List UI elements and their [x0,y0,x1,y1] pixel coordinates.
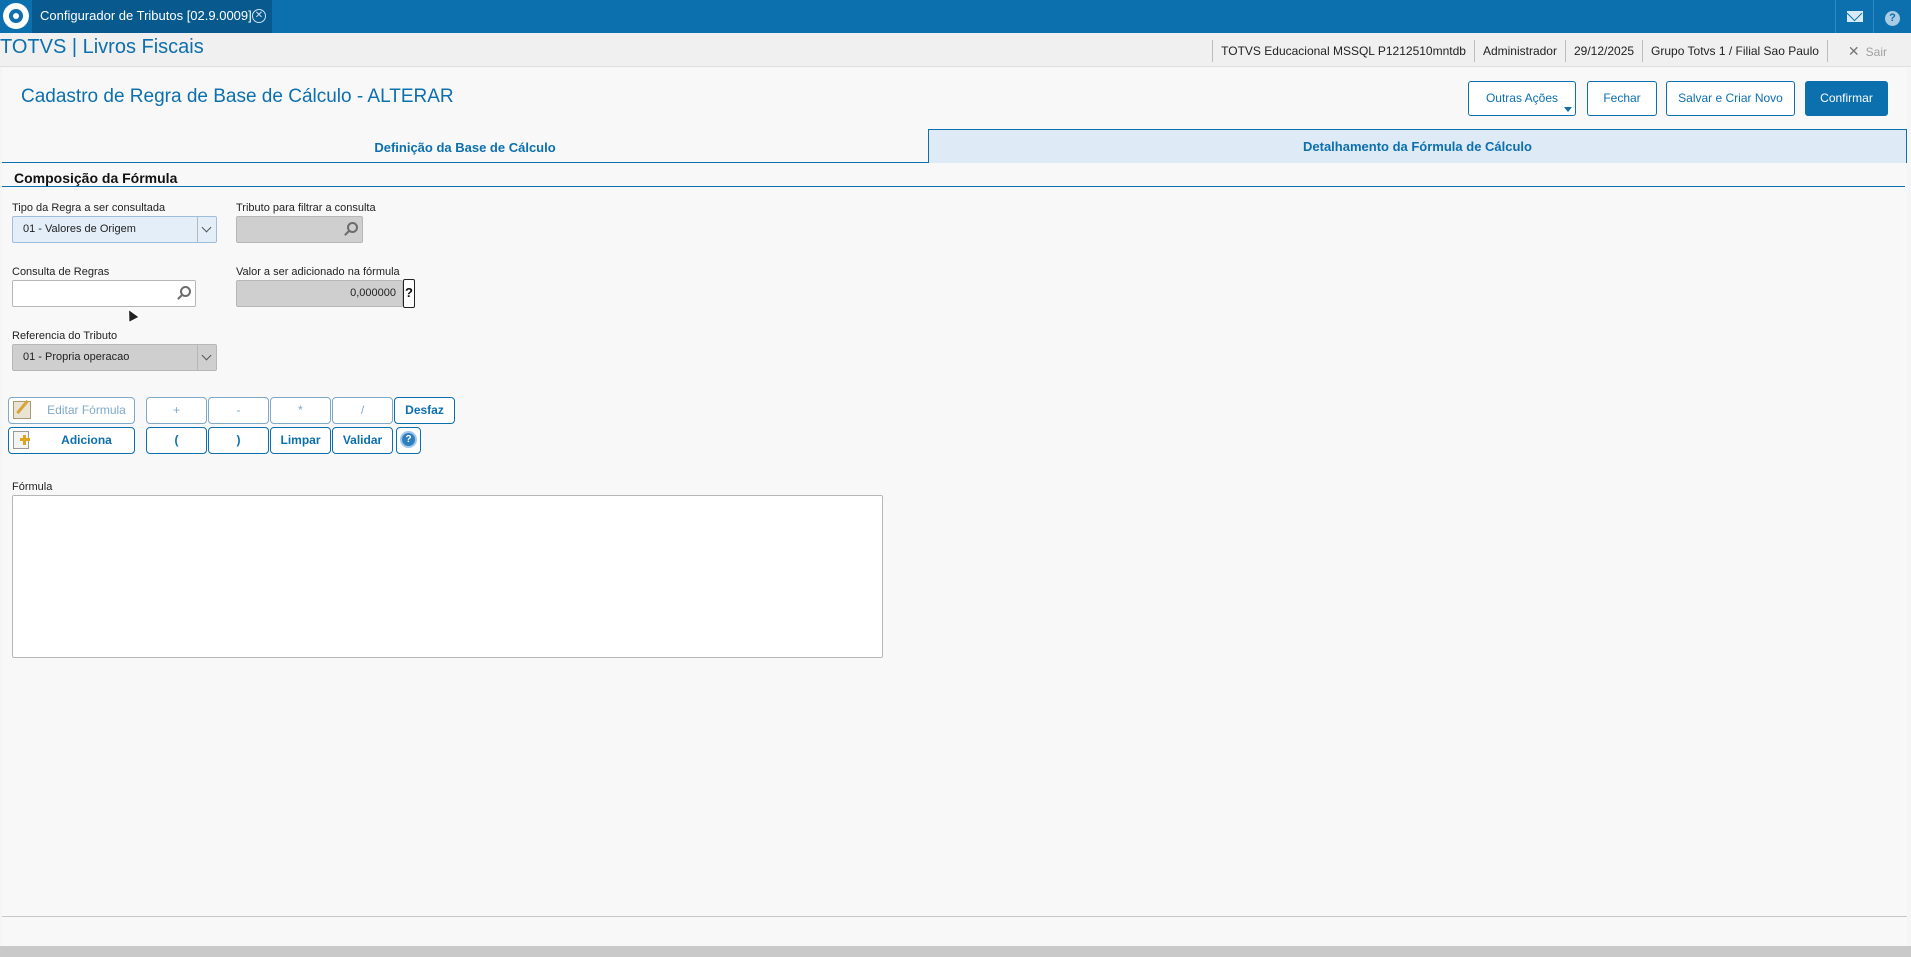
confirm-button[interactable]: Confirmar [1805,81,1888,116]
tab-base-definition[interactable]: Definição da Base de Cálculo [2,129,928,163]
totvs-logo-icon[interactable] [3,3,29,29]
window-tab-title: Configurador de Tributos [02.9.0009] [40,8,252,23]
tax-ref-label: Referencia do Tributo [12,330,118,342]
rule-type-value: 01 - Valores de Origem [23,223,136,235]
divide-button[interactable]: / [332,397,393,424]
exit-label: Sair [1865,45,1887,59]
formula-help-button[interactable]: ? [396,427,421,454]
main-panel: Cadastro de Regra de Base de Cálculo - A… [2,68,1907,946]
rule-type-label: Tipo da Regra a ser consultada [12,202,166,214]
window-tab[interactable]: Configurador de Tributos [02.9.0009] ✕ [32,0,272,33]
value-label: Valor a ser adicionado na fórmula [236,266,400,278]
multiply-button[interactable]: * [270,397,331,424]
environment-label[interactable]: TOTVS Educacional MSSQL P1212510mntdb [1212,40,1474,62]
tax-ref-select[interactable]: 01 - Propria operacao [12,344,217,371]
exit-icon: ✕ [1847,43,1860,59]
section-divider [2,186,1905,187]
mail-icon[interactable] [1835,0,1873,33]
clear-button[interactable]: Limpar [270,427,331,454]
add-button[interactable]: Adiciona [8,427,135,454]
minus-button[interactable]: - [208,397,269,424]
formula-textarea[interactable] [12,495,883,658]
value-value: 0,000000 [350,287,396,299]
rules-query-label: Consulta de Regras [12,266,110,278]
rule-type-select[interactable]: 01 - Valores de Origem [12,216,217,243]
add-icon [13,431,30,449]
app-brand: TOTVS | Livros Fiscais [0,36,204,58]
close-button[interactable]: Fechar [1587,81,1657,116]
edit-formula-label: Editar Fórmula [47,403,126,417]
other-actions-label: Outras Ações [1485,91,1559,105]
undo-button[interactable]: Desfaz [394,397,455,424]
search-icon[interactable] [180,286,191,297]
close-paren-button[interactable]: ) [208,427,269,454]
exit-button[interactable]: ✕ Sair [1826,40,1911,62]
section-title: Composição da Fórmula [14,170,178,186]
page-title: Cadastro de Regra de Base de Cálculo - A… [21,86,454,107]
plus-button[interactable]: + [146,397,207,424]
close-icon[interactable]: ✕ [252,9,266,23]
bottom-strip [0,946,1911,957]
mouse-cursor-icon [121,304,141,324]
value-field[interactable]: 0,000000 [236,280,403,307]
date-label[interactable]: 29/12/2025 [1564,40,1642,62]
tax-filter-label: Tributo para filtrar a consulta [236,202,376,214]
validate-button[interactable]: Validar [332,427,393,454]
session-info: TOTVS Educacional MSSQL P1212510mntdb Ad… [1212,40,1911,62]
open-paren-button[interactable]: ( [146,427,207,454]
window-tab-bar: Configurador de Tributos [02.9.0009] ✕ ? [0,0,1911,33]
search-icon[interactable] [347,222,358,233]
add-label: Adiciona [61,433,112,447]
chevron-down-icon[interactable] [197,217,216,242]
tax-ref-value: 01 - Propria operacao [23,351,130,363]
caret-down-icon [1564,107,1572,112]
edit-formula-button[interactable]: Editar Fórmula [8,397,135,424]
rules-query-field[interactable] [12,280,196,307]
formula-label: Fórmula [12,481,53,493]
value-help-button[interactable]: ? [403,279,415,308]
user-label[interactable]: Administrador [1473,40,1565,62]
tab-formula-detail[interactable]: Detalhamento da Fórmula de Cálculo [928,129,1907,163]
save-and-new-button[interactable]: Salvar e Criar Novo [1666,81,1795,116]
branch-label[interactable]: Grupo Totvs 1 / Filial Sao Paulo [1642,40,1827,62]
edit-icon [13,401,31,419]
help-icon[interactable]: ? [1873,0,1911,33]
other-actions-button[interactable]: Outras Ações [1468,81,1576,116]
bottom-divider [2,916,1907,917]
tab-strip: Definição da Base de Cálculo Detalhament… [2,129,1907,163]
help-icon: ? [400,431,417,448]
app-header: TOTVS | Livros Fiscais TOTVS Educacional… [0,33,1911,67]
tax-filter-field[interactable] [236,216,363,243]
chevron-down-icon[interactable] [197,345,216,370]
top-icons: ? [1835,0,1911,33]
